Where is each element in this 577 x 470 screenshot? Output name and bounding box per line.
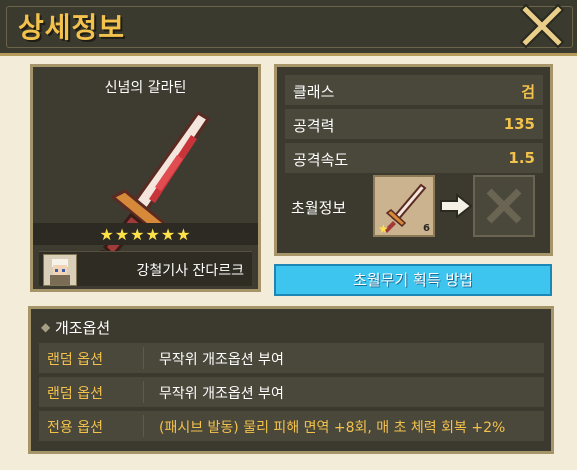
pointing-hand-icon	[440, 192, 473, 220]
stat-row-class: 클래스 검	[285, 75, 543, 105]
window-title: 상세정보	[18, 11, 126, 44]
knight-portrait-icon	[50, 259, 70, 285]
option-tag: 랜덤 옵션	[47, 352, 103, 368]
option-desc: 무작위 개조옵션 부여	[159, 386, 284, 402]
option-row-special: 전용 옵션 (패시브 발동) 물리 피해 면역 +8회, 매 초 체력 회복 +…	[39, 411, 544, 441]
stat-label: 공격력	[293, 117, 335, 135]
star-rating: ★★★★★★	[99, 225, 192, 244]
stat-value: 135	[503, 115, 535, 133]
stat-label: 공격속도	[293, 151, 349, 169]
title-bar: 상세정보	[0, 0, 577, 56]
option-row: 랜덤 옵션 무작위 개조옵션 부여	[39, 377, 544, 407]
stat-value: 검	[521, 83, 535, 101]
option-tag: 랜덤 옵션	[47, 386, 103, 402]
locked-x-icon	[486, 188, 522, 224]
item-panel: 신념의 갈라틴 ★★★★★★ 강철기사 잔다르크	[30, 64, 261, 292]
stat-row-attack: 공격력 135	[285, 109, 543, 139]
option-desc: 무작위 개조옵션 부여	[159, 352, 284, 368]
mod-options-panel: ◆ 개조옵션 랜덤 옵션 무작위 개조옵션 부여 랜덤 옵션 무작위 개조옵션 …	[28, 306, 554, 454]
stat-row-attack-speed: 공격속도 1.5	[285, 143, 543, 173]
owner-row[interactable]: 강철기사 잔다르크	[39, 251, 252, 286]
option-desc: (패시브 발동) 물리 피해 면역 +8회, 매 초 체력 회복 +2%	[159, 420, 506, 436]
close-icon[interactable]	[520, 4, 564, 48]
stat-value: 1.5	[508, 149, 535, 167]
stat-label: 클래스	[293, 83, 335, 101]
svg-text:★: ★	[378, 222, 389, 235]
owner-name: 강철기사 잔다르크	[136, 263, 245, 279]
get-transcend-weapon-button[interactable]: 초월무기 획득 방법	[274, 264, 552, 296]
option-tag: 전용 옵션	[47, 420, 103, 436]
transcend-current-slot[interactable]: ★ 6	[373, 175, 435, 237]
diamond-bullet-icon: ◆	[41, 320, 51, 334]
stats-panel: 클래스 검 공격력 135 공격속도 1.5 초월정보 ★ 6	[274, 64, 553, 256]
transcend-target-slot	[473, 175, 535, 237]
options-title: 개조옵션	[55, 319, 111, 337]
transcend-slot-level: 6	[423, 223, 430, 234]
detail-window: 상세정보 신념의 갈라틴 ★★★★★★ 강철기사 잔다르크 클래스 검 공격력 …	[0, 0, 577, 470]
item-name: 신념의 갈라틴	[104, 80, 187, 96]
option-row: 랜덤 옵션 무작위 개조옵션 부여	[39, 343, 544, 373]
transcend-label: 초월정보	[291, 199, 347, 217]
avatar	[43, 254, 77, 286]
